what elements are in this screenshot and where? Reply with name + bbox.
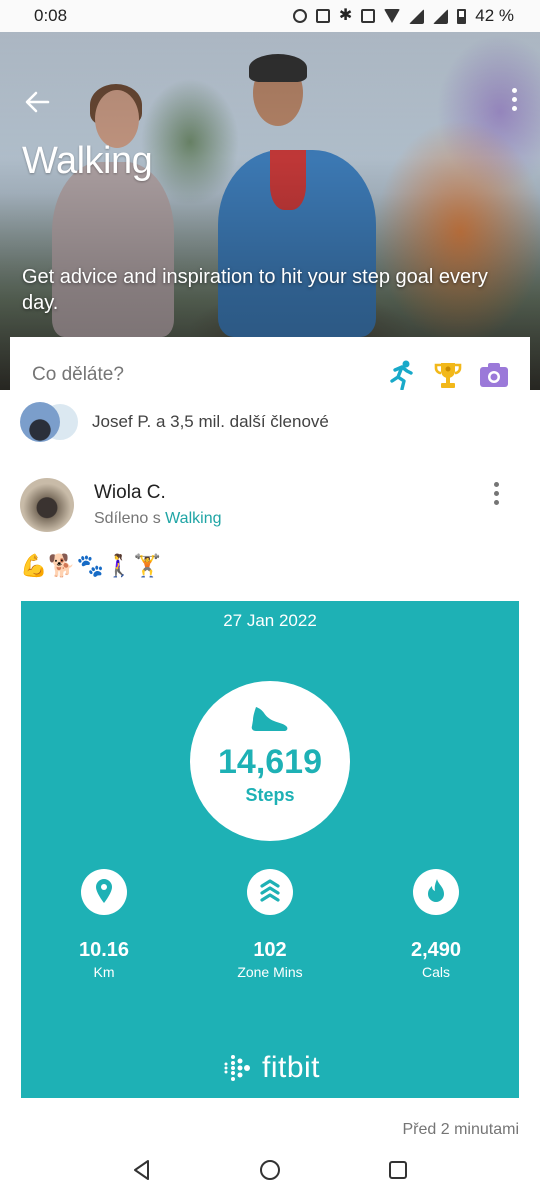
avatar[interactable] (20, 478, 74, 532)
card-date: 27 Jan 2022 (223, 611, 317, 630)
steps-label: Steps (245, 785, 295, 805)
group-title: Walking (22, 140, 153, 182)
status-bar: 0:08 ✱ 42 % (0, 0, 540, 32)
status-icons: ✱ 42 % (292, 6, 514, 26)
metric-value: 102 (253, 939, 287, 961)
compose-post-bar[interactable]: Co děláte? (10, 337, 530, 390)
trophy-icon[interactable] (432, 359, 464, 390)
zone-chevrons-icon (247, 869, 293, 915)
camera-notification-icon (292, 9, 307, 23)
post-more-vert-icon[interactable] (492, 482, 500, 510)
post-header: Wiola C. Sdíleno s Walking (0, 476, 540, 536)
metric-value: 10.16 (78, 939, 130, 961)
nav-recents-icon[interactable] (386, 1158, 410, 1182)
nfc-icon (361, 9, 376, 23)
signal-2-icon (433, 8, 449, 24)
metric-calories: 2,490 Cals (376, 869, 496, 980)
auto-notification-icon (315, 9, 330, 23)
compose-actions (386, 359, 510, 390)
camera-icon[interactable] (478, 359, 510, 390)
wifi-icon (384, 9, 401, 23)
metric-label: Km (93, 964, 115, 980)
shared-prefix: Sdíleno s (94, 510, 161, 527)
metric-distance: 10.16 Km (44, 869, 164, 980)
location-pin-icon (81, 869, 127, 915)
group-members-row[interactable]: Josef P. a 3,5 mil. další členové (0, 398, 540, 446)
steps-circle: 14,619 Steps (190, 681, 350, 841)
flame-icon (413, 869, 459, 915)
metric-value: 2,490 (410, 939, 462, 961)
post-timestamp: Před 2 minutami (402, 1121, 520, 1138)
running-activity-icon[interactable] (386, 359, 418, 390)
group-description: Get advice and inspiration to hit your s… (22, 266, 488, 314)
fitbit-wordmark: fitbit (261, 1051, 321, 1084)
shared-group-link[interactable]: Walking (165, 510, 221, 527)
steps-value: 14,619 (218, 743, 322, 781)
compose-input[interactable]: Co děláte? (32, 364, 386, 386)
member-avatar-josef (20, 402, 60, 442)
post-author-name[interactable]: Wiola C. (94, 482, 166, 504)
fitbit-brand: fitbit (21, 1051, 519, 1085)
fitbit-logo-icon (224, 1055, 250, 1081)
member-avatars (20, 400, 80, 444)
activity-summary-card[interactable]: 27 Jan 2022 14,619 Steps 10.16 Km 102 Zo… (21, 601, 519, 1098)
signal-icon (409, 8, 425, 24)
status-time: 0:08 (34, 6, 68, 25)
post-text: 💪🐕🐾🚶‍♀️🏋️ (20, 553, 162, 578)
battery-percent: 42 % (475, 6, 514, 25)
back-arrow-icon[interactable] (24, 90, 50, 114)
bluetooth-icon: ✱ (338, 7, 353, 24)
group-hero-banner: Walking Get advice and inspiration to hi… (0, 32, 540, 390)
shoe-icon (251, 707, 288, 731)
metric-label: Zone Mins (237, 964, 303, 980)
post-shared-with: Sdíleno s Walking (94, 510, 221, 528)
nav-home-icon[interactable] (258, 1158, 282, 1182)
members-count-text: Josef P. a 3,5 mil. další členové (92, 412, 329, 431)
nav-back-icon[interactable] (130, 1158, 154, 1182)
battery-icon (457, 8, 467, 24)
metric-label: Cals (421, 964, 450, 980)
metric-zone-minutes: 102 Zone Mins (210, 869, 330, 980)
system-nav-bar (0, 1140, 540, 1200)
more-vert-icon[interactable] (510, 88, 518, 114)
